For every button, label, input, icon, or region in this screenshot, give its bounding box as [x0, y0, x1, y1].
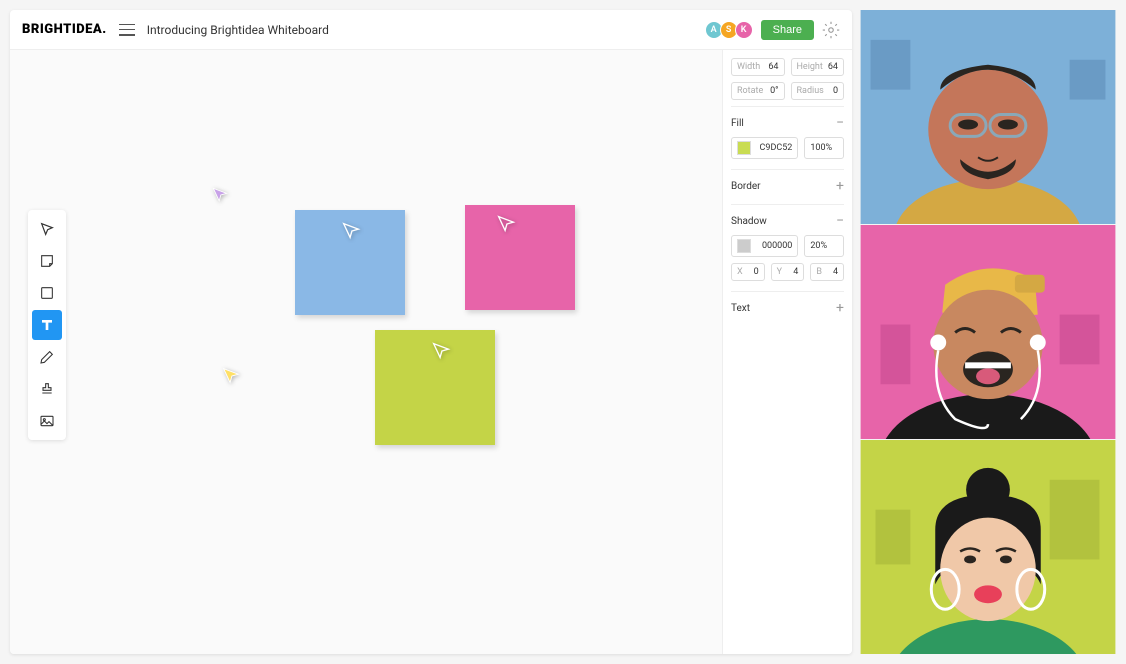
presence-avatars: A S K	[708, 21, 753, 39]
avatar[interactable]: K	[735, 21, 753, 39]
fill-color-field[interactable]: C9DC52	[731, 137, 798, 159]
shadow-b-field[interactable]: B4	[810, 263, 844, 281]
border-section-header[interactable]: Border+	[731, 178, 844, 194]
sticky-note-green[interactable]	[375, 330, 495, 445]
canvas[interactable]	[10, 50, 722, 654]
width-field[interactable]: Width64	[731, 58, 785, 76]
shadow-swatch	[737, 239, 751, 253]
video-participant-1[interactable]	[860, 10, 1116, 224]
video-sidebar	[860, 10, 1116, 654]
video-participant-3[interactable]	[860, 440, 1116, 654]
whiteboard-app: BRIGHTIDEA. Introducing Brightidea White…	[10, 10, 852, 654]
height-field[interactable]: Height64	[791, 58, 845, 76]
remote-cursor-purple	[210, 185, 230, 205]
logo: BRIGHTIDEA.	[22, 22, 107, 37]
shadow-section-header[interactable]: Shadow−	[731, 213, 844, 229]
properties-panel: Width64 Height64 Rotate0° Radius0 Fill− …	[722, 50, 852, 654]
menu-icon[interactable]	[119, 24, 135, 36]
cursor-icon	[495, 213, 517, 235]
text-tool[interactable]	[32, 310, 62, 340]
document-title: Introducing Brightidea Whiteboard	[147, 23, 329, 37]
fill-swatch	[737, 141, 751, 155]
collapse-icon: −	[836, 213, 844, 229]
shadow-color-field[interactable]: 000000	[731, 235, 798, 257]
shadow-y-field[interactable]: Y4	[771, 263, 805, 281]
shadow-x-field[interactable]: X0	[731, 263, 765, 281]
image-tool[interactable]	[32, 406, 62, 436]
select-tool[interactable]	[32, 214, 62, 244]
video-participant-2[interactable]	[860, 225, 1116, 439]
workspace: Width64 Height64 Rotate0° Radius0 Fill− …	[10, 50, 852, 654]
cursor-icon	[430, 340, 452, 362]
radius-field[interactable]: Radius0	[791, 82, 845, 100]
topbar-right: A S K Share	[708, 20, 840, 40]
fill-opacity-field[interactable]: 100%	[804, 137, 844, 159]
cursor-icon	[340, 220, 362, 242]
rotate-field[interactable]: Rotate0°	[731, 82, 785, 100]
shape-tool[interactable]	[32, 278, 62, 308]
top-bar: BRIGHTIDEA. Introducing Brightidea White…	[10, 10, 852, 50]
text-section-header[interactable]: Text+	[731, 300, 844, 316]
pen-tool[interactable]	[32, 342, 62, 372]
stamp-tool[interactable]	[32, 374, 62, 404]
remote-cursor-yellow	[220, 365, 242, 387]
sticky-note-pink[interactable]	[465, 205, 575, 310]
shadow-opacity-field[interactable]: 20%	[804, 235, 844, 257]
tool-palette	[28, 210, 66, 440]
expand-icon: +	[836, 178, 844, 194]
sticky-note-blue[interactable]	[295, 210, 405, 315]
share-button[interactable]: Share	[761, 20, 814, 40]
sticky-tool[interactable]	[32, 246, 62, 276]
settings-icon[interactable]	[822, 21, 840, 39]
expand-icon: +	[836, 300, 844, 316]
fill-section-header[interactable]: Fill−	[731, 115, 844, 131]
collapse-icon: −	[836, 115, 844, 131]
